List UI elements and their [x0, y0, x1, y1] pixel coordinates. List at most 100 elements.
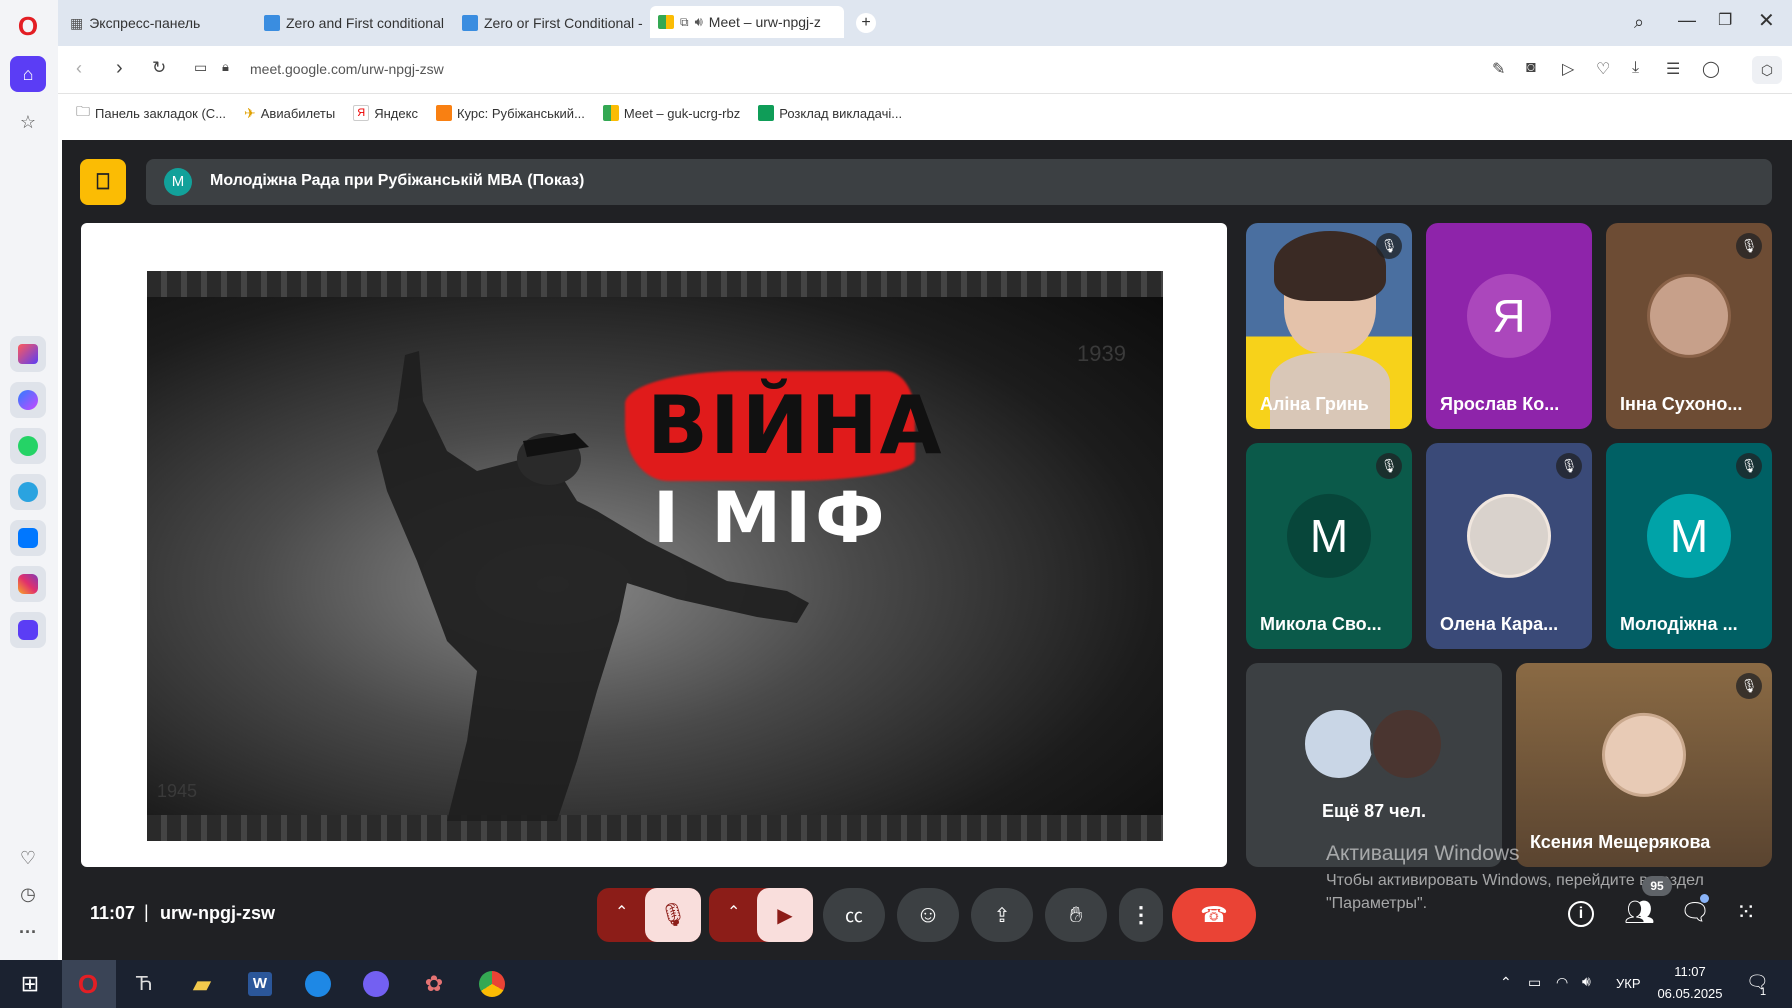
mic-toggle-button[interactable]: 🎙︎: [645, 888, 701, 942]
moodle-icon: [435, 105, 452, 121]
extensions-icon[interactable]: ⬡: [1752, 56, 1782, 84]
battery-icon[interactable]: ▭: [1528, 974, 1541, 991]
hair-shape: [1274, 231, 1386, 301]
telegram-icon[interactable]: [10, 474, 46, 510]
lock-icon[interactable]: 🔒︎: [222, 59, 229, 75]
flow-icon[interactable]: ▷: [1562, 59, 1574, 79]
music-player-icon[interactable]: [10, 612, 46, 648]
windows-start-icon[interactable]: ⊞: [14, 968, 46, 1000]
end-call-button[interactable]: ☎︎: [1172, 888, 1256, 942]
task-view-icon[interactable]: Ћ: [128, 968, 160, 1000]
participant-tile[interactable]: 🎙︎ Аліна Гринь: [1246, 223, 1412, 429]
messenger-icon[interactable]: [10, 382, 46, 418]
presentation-stage: 1939 1945 ВІЙНА І МІФ: [81, 223, 1227, 867]
instagram-icon[interactable]: [10, 566, 46, 602]
camera-options-button[interactable]: ⌃: [727, 902, 740, 922]
history-icon[interactable]: ◷: [10, 876, 46, 912]
whatsapp-icon[interactable]: [10, 428, 46, 464]
tab-zero-or-first-conditional[interactable]: Zero or First Conditional -: [454, 8, 644, 38]
more-participants-label: Ещё 87 чел.: [1321, 801, 1427, 821]
reload-button[interactable]: ↻: [152, 58, 166, 78]
snapshot-icon[interactable]: ◙: [1526, 59, 1536, 77]
slide-title-line2: І МІФ: [653, 477, 889, 559]
vk-icon[interactable]: [10, 520, 46, 556]
participant-tile[interactable]: 🎙︎ Олена Кара...: [1426, 443, 1592, 649]
viber-icon[interactable]: [360, 968, 392, 1000]
bookmark-course[interactable]: Курс: Рубіжанський...: [435, 105, 585, 121]
tab-favicon-icon: [264, 15, 280, 31]
participant-name: Молодіжна ...: [1620, 614, 1738, 634]
reactions-button[interactable]: ☺: [897, 888, 959, 942]
tray-chevron-icon[interactable]: ⌃: [1500, 974, 1512, 991]
folder-icon: 🗀︎: [76, 103, 90, 119]
camera-indicator-icon[interactable]: ▭: [194, 59, 207, 76]
app-icon[interactable]: [302, 968, 334, 1000]
more-participants-tile[interactable]: Ещё 87 чел.: [1246, 663, 1502, 867]
forward-button[interactable]: ›: [116, 57, 123, 80]
participant-tile[interactable]: 🎙︎ Інна Сухоно...: [1606, 223, 1772, 429]
meeting-details-button[interactable]: i: [1568, 901, 1594, 927]
file-explorer-icon[interactable]: ▰: [186, 968, 218, 1000]
bookmark-folder[interactable]: 🗀︎ Панель закладок (С...: [76, 101, 226, 125]
aria-icon[interactable]: [10, 336, 46, 372]
more-options-button[interactable]: ⋮: [1119, 888, 1163, 942]
chrome-icon[interactable]: [476, 968, 508, 1000]
tab-express-panel[interactable]: ▦ Экспресс-панель: [62, 8, 248, 38]
featured-participant-tile[interactable]: 🎙︎ Ксения Мещерякова: [1516, 663, 1772, 867]
clock-time[interactable]: 11:07: [1650, 964, 1730, 979]
word-icon[interactable]: W: [244, 968, 276, 1000]
maximize-button[interactable]: ❐: [1718, 10, 1732, 30]
film-strip-top: [147, 271, 1163, 297]
favorites-icon[interactable]: ♡: [1596, 59, 1610, 79]
leave-presentation-icon[interactable]: ⎕: [80, 159, 126, 205]
participant-name: Олена Кара...: [1440, 614, 1559, 634]
easy-setup-icon[interactable]: ☰: [1666, 59, 1680, 79]
bookmark-schedule[interactable]: Розклад викладачі...: [758, 105, 902, 121]
mic-off-icon: 🎙︎: [1376, 233, 1402, 259]
captions-button[interactable]: ㏄: [823, 888, 885, 942]
raise-hand-button[interactable]: ✋︎: [1045, 888, 1107, 942]
home-icon[interactable]: ⌂: [10, 56, 46, 92]
opera-sidebar: O ⌂ ☆ ♡ ◷ ···: [0, 0, 58, 960]
search-tabs-icon[interactable]: ⌕: [1634, 12, 1644, 33]
camera-control-group: ⌃ ▶︎: [709, 888, 813, 942]
network-icon[interactable]: ◠: [1556, 974, 1568, 991]
participant-avatar: M: [1287, 493, 1371, 578]
participant-tile[interactable]: Я Ярослав Ко...: [1426, 223, 1592, 429]
star-icon[interactable]: ☆: [10, 104, 46, 140]
participant-tile[interactable]: M 🎙︎ Молодіжна ...: [1606, 443, 1772, 649]
bookmark-meet[interactable]: Meet – guk-ucrg-rbz: [602, 105, 740, 121]
paint-icon[interactable]: ✿: [418, 968, 450, 1000]
heart-icon[interactable]: ♡: [10, 840, 46, 876]
participant-tile[interactable]: M 🎙︎ Микола Сво...: [1246, 443, 1412, 649]
tab-meet[interactable]: ⧉ 🔊︎ Meet – urw-npgj-z: [650, 6, 844, 38]
back-button[interactable]: ‹: [76, 58, 82, 79]
bookmark-flights[interactable]: ✈ Авиабилеты: [244, 105, 335, 122]
url-field[interactable]: meet.google.com/urw-npgj-zsw: [250, 61, 444, 77]
camera-toggle-button[interactable]: ▶︎: [757, 888, 813, 942]
tab-zero-first-conditional[interactable]: Zero and First conditional: [256, 8, 446, 38]
people-button[interactable]: 👥︎: [1624, 898, 1654, 927]
clock-date[interactable]: 06.05.2025: [1650, 986, 1730, 1001]
shoulders-shape: [1270, 353, 1390, 429]
hand-icon: ✋︎: [1069, 902, 1083, 927]
present-button[interactable]: ⇪: [971, 888, 1033, 942]
edit-icon[interactable]: ✎: [1492, 59, 1505, 79]
minimize-button[interactable]: —: [1678, 10, 1696, 31]
mic-options-button[interactable]: ⌃: [615, 902, 628, 922]
close-window-button[interactable]: ✕: [1758, 8, 1775, 33]
download-icon[interactable]: ⤓: [1632, 59, 1639, 77]
volume-icon[interactable]: 🔊︎: [1582, 973, 1591, 990]
opera-taskbar-icon[interactable]: O: [72, 968, 104, 1000]
participants-count-badge: 95: [1642, 876, 1672, 896]
opera-logo-icon[interactable]: O: [10, 8, 46, 44]
bookmark-yandex[interactable]: Я Яндекс: [353, 105, 418, 121]
more-options-icon[interactable]: ···: [10, 914, 46, 950]
language-indicator[interactable]: УКР: [1616, 976, 1641, 991]
profile-icon[interactable]: ◯: [1702, 59, 1720, 79]
present-screen-icon: ⇪: [993, 904, 1011, 927]
participant-name: Аліна Гринь: [1260, 394, 1369, 414]
new-tab-button[interactable]: +: [856, 13, 876, 33]
activities-button[interactable]: ⁙: [1736, 898, 1756, 927]
notification-count: 1: [1760, 986, 1767, 998]
